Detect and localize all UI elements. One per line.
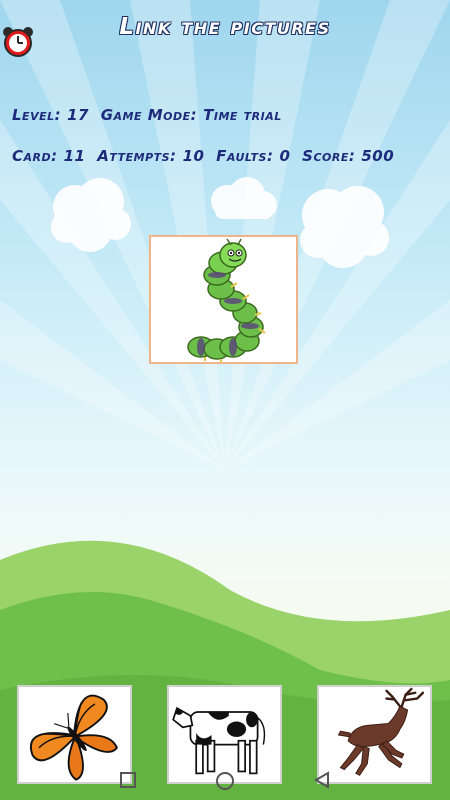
faults-value: 0 [279, 147, 291, 165]
attempts-value: 10 [182, 147, 205, 165]
level-value: 17 [67, 106, 89, 124]
card-label: Card: [12, 147, 58, 165]
system-navigation-bar [0, 762, 450, 800]
score-label: Score: [302, 147, 356, 165]
level-label: Level: [12, 106, 62, 124]
faults-label: Faults: [216, 147, 274, 165]
cloud-icon [300, 186, 389, 268]
mode-label: Game Mode: [100, 106, 198, 124]
mode-value: Time trial [203, 106, 282, 124]
cloud-icon [51, 178, 131, 252]
circle-icon[interactable] [214, 770, 236, 792]
stats-line-score: Card: 11 Attempts: 10 Faults: 0 Score: 500 [12, 147, 400, 165]
page-title: Link the pictures [119, 14, 331, 40]
triangle-back-icon[interactable] [312, 770, 332, 790]
card-value: 11 [63, 147, 86, 165]
target-picture-card [149, 235, 298, 364]
attempts-label: Attempts: [97, 147, 177, 165]
stats-line-level: Level: 17 Game Mode: Time trial [12, 106, 288, 124]
cloud-icon [211, 177, 277, 219]
header: Link the pictures [0, 0, 450, 64]
caterpillar-icon [187, 238, 266, 362]
score-value: 500 [361, 147, 395, 165]
square-icon[interactable] [118, 770, 138, 790]
